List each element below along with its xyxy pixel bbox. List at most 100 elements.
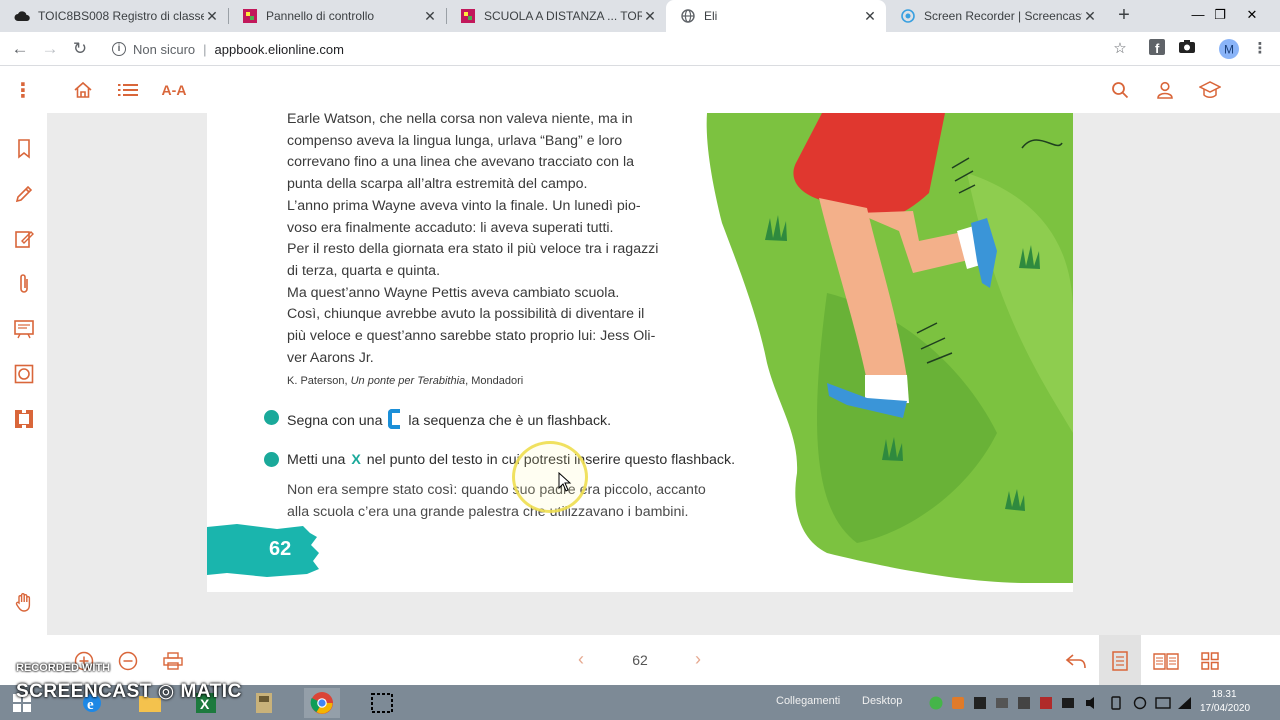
browser-tab[interactable]: Pannello di controllo ✕ [228,0,446,32]
close-tab-icon[interactable]: ✕ [204,8,220,24]
back-button[interactable]: ← [8,37,32,61]
tab-title: Screen Recorder | Screencast-O [924,9,1082,23]
reader-bottom-bar: ‹ 62 › [0,635,1280,685]
double-page-view-icon[interactable] [1151,649,1181,673]
passage-line: di terza, quarta e quinta. [287,262,441,279]
flashback-line: alla scuola c’era una grande palestra ch… [287,503,689,520]
browser-tab[interactable]: SCUOLA A DISTANZA ... TORRE ✕ [446,0,666,32]
passage-line: Per il resto della giornata era stato il… [287,241,659,258]
recording-watermark-logo: SCREENCAST ◎ MATIC [16,681,242,702]
browser-tab[interactable]: Screen Recorder | Screencast-O ✕ [886,0,1106,32]
tab-title: Eli [704,9,718,23]
cloud-favicon-icon [14,8,30,24]
passage-line: L’anno prima Wayne aveva vinto la finale… [287,197,641,214]
archive-app-icon[interactable] [246,688,282,718]
new-tab-button[interactable]: + [1112,4,1136,28]
bracket-icon [388,409,401,429]
passage-line: più veloce e quest’anno sarebbe stato pr… [287,328,656,345]
flashback-line: Non era sempre stato così: quando suo pa… [287,482,706,498]
colorful-favicon-icon [242,8,258,24]
single-page-view-icon[interactable] [1108,649,1132,673]
screencast-favicon-icon [900,8,916,24]
bookmark-star-icon[interactable]: ☆ [1110,39,1130,59]
tab-title: TOIC8BS008 Registro di classe 1 [38,9,204,23]
address-divider: | [203,41,207,57]
browser-tab[interactable]: TOIC8BS008 Registro di classe 1 ✕ [0,0,228,32]
desktop-toolbar[interactable]: Desktop [862,695,902,707]
citation: K. Paterson, Un ponte per Terabithia, Mo… [287,375,523,387]
hand-tool-icon[interactable] [12,590,36,614]
user-icon[interactable] [1153,78,1177,102]
close-window-button[interactable]: ✕ [1232,0,1272,32]
exercise-2: Metti una X nel punto del testo in cui p… [287,452,735,468]
security-label: Non sicuro [133,41,196,57]
forward-button[interactable]: → [38,37,62,61]
facebook-extension-icon[interactable]: f [1147,39,1167,59]
system-tray-icons [929,696,1191,710]
pencil-icon[interactable] [12,182,36,206]
passage-line: ver Aarons Jr. [287,349,374,366]
book-page: Earle Watson, che nella corsa non valeva… [207,113,1073,592]
close-tab-icon[interactable]: ✕ [642,8,658,24]
browser-tab-strip: TOIC8BS008 Registro di classe 1 ✕ Pannel… [0,0,1280,32]
system-clock[interactable]: 18.31 17/04/2020 [1200,688,1250,716]
recording-watermark-line: RECORDED WITH [16,662,111,674]
exercise-2-text-start: Metti una [287,452,346,468]
whiteboard-icon[interactable] [12,317,36,341]
tab-title: SCUOLA A DISTANZA ... TORRE [484,9,642,23]
passage-line: Ma quest’anno Wayne Pettis aveva cambiat… [287,284,620,301]
chrome-taskbar-icon[interactable] [304,688,340,718]
browser-menu-icon[interactable]: ⋮ [1250,39,1270,59]
exercise-bullet [264,410,279,425]
zoom-out-icon[interactable] [116,649,140,673]
exercise-1: Segna con una la sequenza che è un flash… [287,409,611,429]
tab-title: Pannello di controllo [266,9,375,23]
passage-line: compenso aveva la lingua lunga, urlava “… [287,132,623,149]
graduation-cap-icon[interactable] [1198,78,1222,102]
app-header: ⋮ A-A [0,67,1280,113]
reading-passage: Earle Watson, che nella corsa non valeva… [287,113,658,369]
paperclip-icon[interactable] [12,272,36,296]
quick-links-toolbar[interactable]: Collegamenti [776,695,840,707]
snipping-tool-icon[interactable] [364,688,400,718]
page-indicator[interactable]: 62 [620,652,660,668]
x-mark-icon: X [351,452,361,468]
print-icon[interactable] [161,649,185,673]
more-options-icon[interactable]: ⋮ [11,78,35,102]
font-size-button[interactable]: A-A [159,78,189,102]
previous-page-button[interactable]: ‹ [571,649,591,670]
screen: TOIC8BS008 Registro di classe 1 ✕ Pannel… [0,0,1280,720]
list-icon[interactable] [116,78,140,102]
undo-back-icon[interactable] [1064,649,1088,673]
thumbnails-grid-icon[interactable] [1198,649,1222,673]
colorful-favicon-icon [460,8,476,24]
edit-note-icon[interactable] [12,227,36,251]
passage-line: voso era finalmente accaduto: li aveva s… [287,219,614,236]
profile-avatar[interactable]: M [1219,39,1239,59]
citation-author: K. Paterson, [287,375,351,387]
url-text: appbook.elionline.com [214,41,344,57]
info-icon[interactable]: i [112,42,126,56]
avatar-letter: M [1224,43,1234,57]
tools-sidebar [0,113,47,635]
mask-icon[interactable] [12,407,36,431]
svg-text:f: f [1155,41,1160,55]
book-viewer[interactable]: Earle Watson, che nella corsa non valeva… [47,113,1280,635]
reload-button[interactable]: ↻ [68,37,92,61]
clock-time: 18.31 [1211,689,1237,700]
address-bar[interactable]: i Non sicuro | appbook.elionline.com [100,36,1140,62]
bookmark-icon[interactable] [12,137,36,161]
cursor-highlight [512,441,588,513]
camera-extension-icon[interactable] [1177,39,1197,59]
spotlight-icon[interactable] [12,362,36,386]
close-tab-icon[interactable]: ✕ [422,8,438,24]
exercise-bullet [264,452,279,467]
close-tab-icon[interactable]: ✕ [1082,8,1098,24]
flashback-sentence: Non era sempre stato così: quando suo pa… [287,480,706,523]
citation-title: Un ponte per Terabithia [350,375,466,387]
close-tab-icon[interactable]: ✕ [862,8,878,24]
home-icon[interactable] [71,78,95,102]
browser-tab-active[interactable]: Eli ✕ [666,0,886,32]
next-page-button[interactable]: › [688,649,708,670]
search-icon[interactable] [1108,78,1132,102]
